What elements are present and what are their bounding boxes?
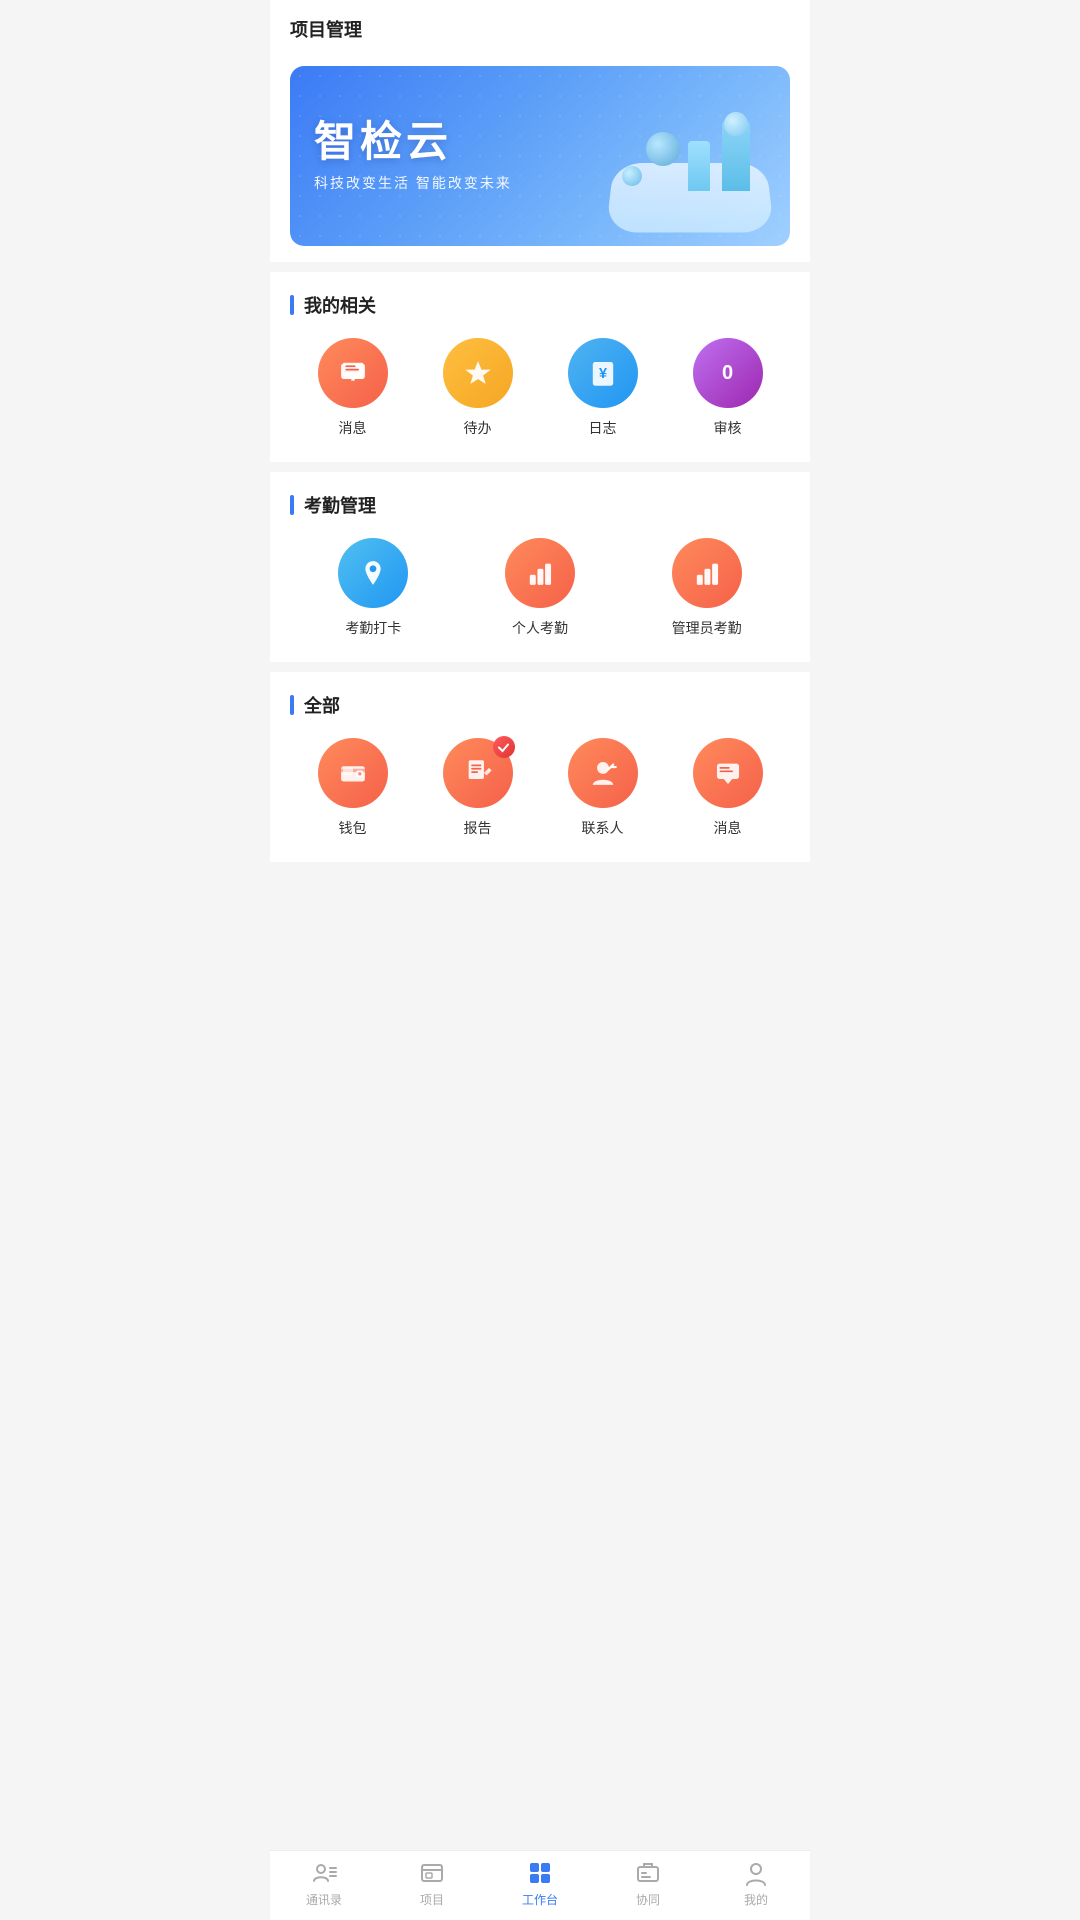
wallet-icon (336, 756, 370, 790)
message-icon-circle (318, 338, 388, 408)
banner-subtitle: 科技改变生活 智能改变未来 (314, 173, 512, 193)
attendance-item-admin[interactable]: 管理员考勤 (623, 538, 790, 638)
yen-icon: ¥ (586, 356, 620, 390)
attendance-header: 考勤管理 (290, 492, 790, 518)
review-label: 审核 (714, 418, 742, 438)
banner-wrapper: 智检云 科技改变生活 智能改变未来 (270, 54, 810, 262)
bar-chart-admin-icon (690, 556, 724, 590)
all-item-contact[interactable]: 联系人 (540, 738, 665, 838)
my-related-section: 我的相关 消息 (270, 272, 810, 462)
personal-label: 个人考勤 (512, 618, 568, 638)
wallet-label: 钱包 (339, 818, 367, 838)
my-related-header: 我的相关 (290, 292, 790, 318)
contacts-nav-icon (310, 1859, 338, 1887)
attendance-title: 考勤管理 (304, 492, 376, 518)
nav-item-projects[interactable]: 项目 (378, 1859, 486, 1908)
my-related-item-message[interactable]: 消息 (290, 338, 415, 438)
location-icon (356, 556, 390, 590)
attendance-grid: 考勤打卡 个人考勤 管理员考勤 (290, 538, 790, 638)
all-grid: 钱包 报告 (290, 738, 790, 838)
message2-icon (711, 756, 745, 790)
nav-item-workbench[interactable]: 工作台 (486, 1859, 594, 1908)
workbench-nav-label: 工作台 (522, 1891, 558, 1908)
check-icon (497, 741, 510, 754)
my-related-item-todo[interactable]: 待办 (415, 338, 540, 438)
iso-sphere (646, 132, 680, 166)
all-item-wallet[interactable]: 钱包 (290, 738, 415, 838)
section-bar (290, 295, 294, 315)
contact-icon-circle (568, 738, 638, 808)
admin-label: 管理员考勤 (672, 618, 742, 638)
message-icon (336, 356, 370, 390)
wallet-icon-circle (318, 738, 388, 808)
attendance-section: 考勤管理 考勤打卡 个人考勤 (270, 472, 810, 662)
review-badge: 0 (722, 362, 733, 385)
log-label: 日志 (589, 418, 617, 438)
my-related-title: 我的相关 (304, 292, 376, 318)
mine-nav-icon (742, 1859, 770, 1887)
bar-chart-icon (523, 556, 557, 590)
attendance-item-personal[interactable]: 个人考勤 (457, 538, 624, 638)
all-item-report[interactable]: 报告 (415, 738, 540, 838)
bottom-nav: 通讯录 项目 工作台 协同 (270, 1850, 810, 1920)
iso-sphere2 (622, 166, 642, 186)
iso-tower2 (688, 141, 710, 191)
admin-icon-circle (672, 538, 742, 608)
message2-label: 消息 (714, 818, 742, 838)
svg-text:¥: ¥ (598, 366, 606, 382)
collab-nav-label: 协同 (636, 1891, 660, 1908)
contact-icon (586, 756, 620, 790)
review-icon-circle: 0 (693, 338, 763, 408)
my-related-item-log[interactable]: ¥ 日志 (540, 338, 665, 438)
report-icon-circle (443, 738, 513, 808)
message-label: 消息 (339, 418, 367, 438)
nav-item-collab[interactable]: 协同 (594, 1859, 702, 1908)
all-item-message2[interactable]: 消息 (665, 738, 790, 838)
banner-title: 智检云 (314, 119, 512, 165)
workbench-nav-icon (526, 1859, 554, 1887)
message2-icon-circle (693, 738, 763, 808)
projects-nav-icon (418, 1859, 446, 1887)
personal-icon-circle (505, 538, 575, 608)
contacts-nav-label: 通讯录 (306, 1891, 342, 1908)
nav-item-mine[interactable]: 我的 (702, 1859, 810, 1908)
projects-nav-label: 项目 (420, 1891, 444, 1908)
checkin-label: 考勤打卡 (345, 618, 401, 638)
banner[interactable]: 智检云 科技改变生活 智能改变未来 (290, 66, 790, 246)
contact-label: 联系人 (582, 818, 624, 838)
iso-ball (724, 112, 748, 136)
my-related-item-review[interactable]: 0 审核 (665, 338, 790, 438)
attendance-bar (290, 495, 294, 515)
document-icon (461, 756, 495, 790)
collab-nav-icon (634, 1859, 662, 1887)
attendance-item-checkin[interactable]: 考勤打卡 (290, 538, 457, 638)
log-icon-circle: ¥ (568, 338, 638, 408)
report-label: 报告 (464, 818, 492, 838)
star-icon (461, 356, 495, 390)
report-badge (493, 736, 515, 758)
todo-label: 待办 (464, 418, 492, 438)
my-related-grid: 消息 待办 ¥ 日志 0 审核 (290, 338, 790, 438)
all-bar (290, 695, 294, 715)
all-title: 全部 (304, 692, 340, 718)
page-title: 项目管理 (290, 20, 362, 40)
todo-icon-circle (443, 338, 513, 408)
mine-nav-label: 我的 (744, 1891, 768, 1908)
checkin-icon-circle (338, 538, 408, 608)
banner-text: 智检云 科技改变生活 智能改变未来 (314, 119, 512, 193)
all-section: 全部 钱包 (270, 672, 810, 862)
nav-item-contacts[interactable]: 通讯录 (270, 1859, 378, 1908)
page-header: 项目管理 (270, 0, 810, 54)
all-header: 全部 (290, 692, 790, 718)
